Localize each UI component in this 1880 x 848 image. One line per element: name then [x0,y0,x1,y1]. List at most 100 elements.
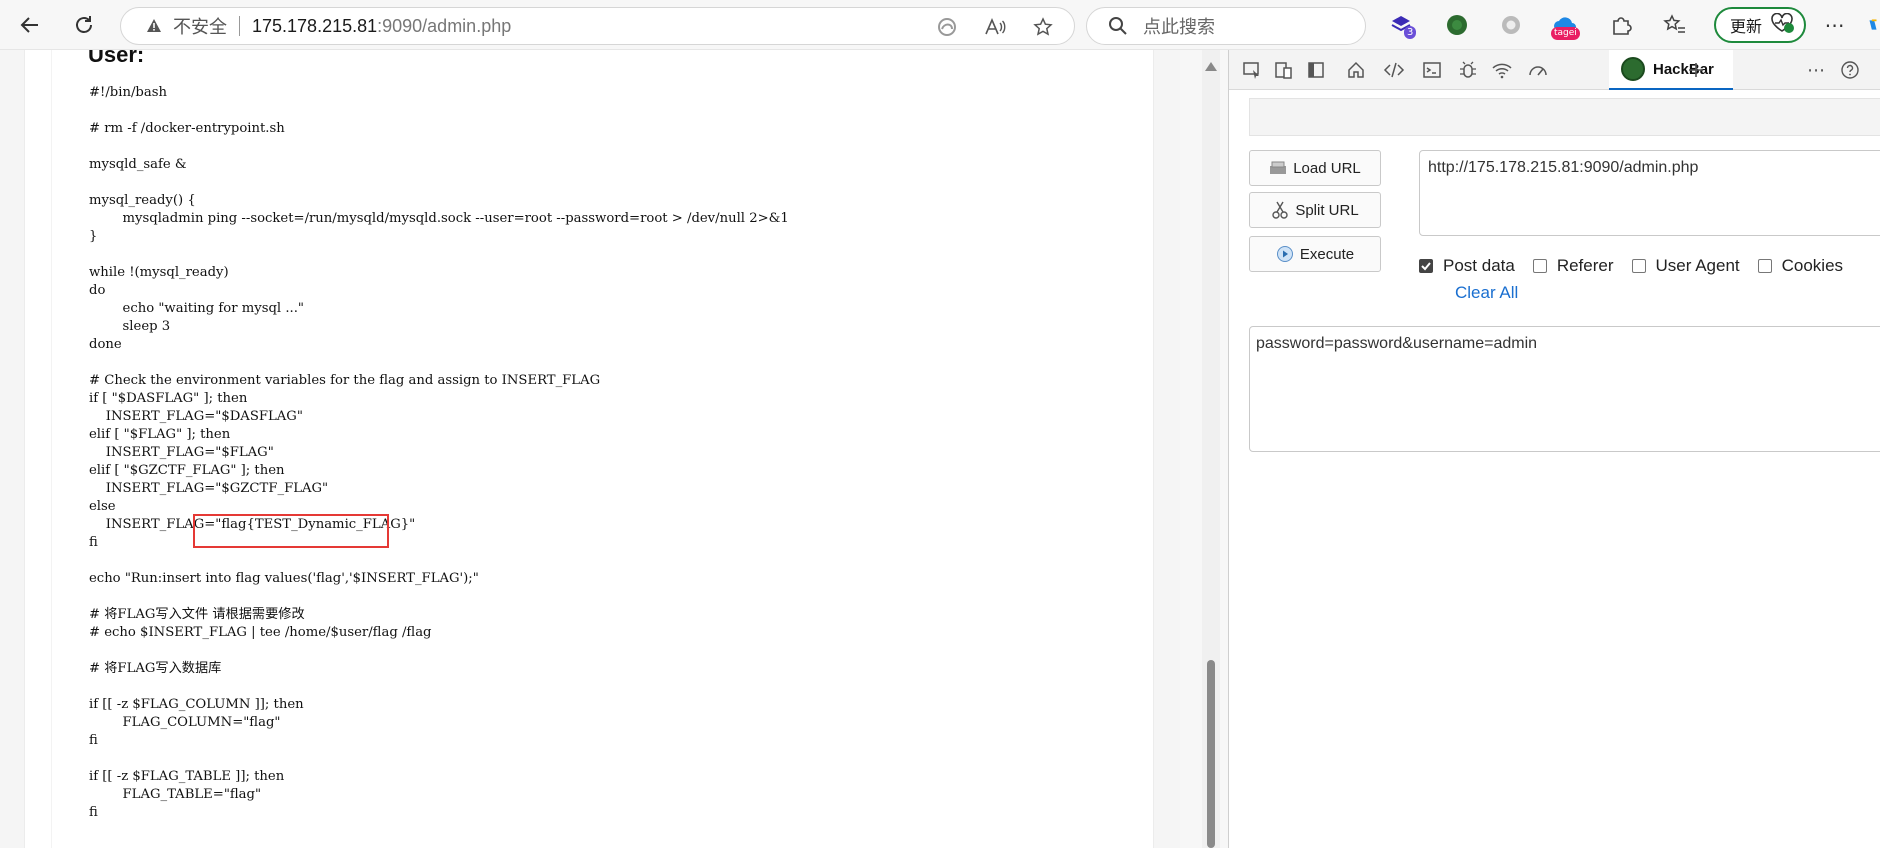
execute-label: Execute [1299,245,1355,263]
security-label[interactable]: 不安全 [173,13,227,39]
inspect-element-icon[interactable] [1237,55,1267,85]
extension-tagei[interactable]: tagei [1550,10,1580,40]
code-line: #!/bin/bash [89,85,167,100]
split-url-button[interactable]: Split URL [1249,192,1381,228]
page-title: User: [88,50,145,67]
help-icon[interactable] [1835,55,1865,85]
content-card: User: #!/bin/bash # rm -f /docker-entryp… [51,50,1153,848]
cookies-checkbox[interactable] [1757,259,1772,273]
code-line: fi [89,733,98,748]
network-wifi-icon[interactable] [1487,55,1517,85]
code-line: elif [ "$FLAG" ]; then [89,427,231,442]
scissors-icon [1271,201,1289,219]
refresh-button[interactable] [68,9,100,41]
url-textarea[interactable]: http://175.178.215.81:9090/admin.php [1419,150,1880,236]
more-menu-button[interactable]: ⋯ [1820,10,1850,40]
elements-code-icon[interactable] [1379,55,1409,85]
code-line: do [89,283,106,298]
url-host: 175.178.215.81 [252,15,378,36]
puzzle-icon [1613,17,1632,35]
code-line: elif [ "$GZCTF_FLAG" ]; then [89,463,285,478]
post-data-checkbox[interactable] [1419,259,1433,273]
search-box[interactable]: 点此搜索 [1086,7,1366,45]
ellipsis-icon: ⋯ [1824,13,1846,37]
debug-bug-icon[interactable] [1453,55,1483,85]
code-line: if [[ -z $FLAG_TABLE ]]; then [89,769,285,784]
referer-label: Referer [1556,256,1614,275]
code-line: INSERT_FLAG="$DASFLAG" [89,409,303,424]
heartbeat-icon [1770,12,1795,37]
referer-checkbox[interactable] [1532,259,1547,273]
option-user-agent[interactable]: User Agent [1631,256,1740,276]
code-line: if [ "$DASFLAG" ]; then [89,391,248,406]
scroll-thumb[interactable] [1207,660,1215,848]
option-post-data[interactable]: Post data [1419,256,1515,276]
load-url-label: Load URL [1293,159,1361,177]
code-line: # Check the environment variables for th… [89,373,601,388]
execute-button[interactable]: Execute [1249,236,1381,272]
code-line: # 将FLAG写入文件 请根据需要修改 [89,607,305,622]
play-icon [1276,245,1294,263]
tab-hackbar[interactable]: HackBar [1609,50,1733,90]
performance-gauge-icon[interactable] [1523,55,1553,85]
load-url-button[interactable]: Load URL [1249,150,1381,186]
edge-app-icon[interactable] [934,14,960,40]
tagei-badge: tagei [1551,27,1580,40]
post-data-textarea[interactable]: password=password&username=admin [1249,326,1880,452]
update-dot [1784,23,1795,33]
update-button[interactable]: 更新 [1714,7,1806,43]
copilot-icon [1869,19,1877,30]
extension-collections[interactable]: 3 [1386,10,1417,40]
record-icon [1502,16,1520,34]
code-line: # echo $INSERT_FLAG | tee /home/$user/fl… [89,625,432,640]
address-bar[interactable]: 不安全 175.178.215.81:9090/admin.php [120,7,1075,45]
add-tab-plus-icon[interactable] [1681,55,1711,85]
page-viewport: User: #!/bin/bash # rm -f /docker-entryp… [0,50,1180,848]
favorites-list-icon [1663,14,1685,33]
hackbar-tab-logo-icon [1621,57,1645,81]
code-line: echo "Run:insert into flag values('flag'… [89,571,479,586]
extension-hackbar[interactable] [1442,10,1472,40]
back-button[interactable] [14,9,46,41]
devtools-more-icon[interactable]: ⋯ [1801,55,1831,85]
code-line: FLAG_TABLE="flag" [89,787,262,802]
favorite-star-icon[interactable] [1030,14,1056,40]
device-emulation-icon[interactable] [1269,55,1299,85]
flag-highlight-box [193,514,389,548]
post-data-value: password=password&username=admin [1256,335,1538,352]
code-line: INSERT_FLAG="$GZCTF_FLAG" [89,481,329,496]
option-cookies[interactable]: Cookies [1757,256,1844,276]
read-aloud-icon[interactable] [982,14,1008,40]
page-scrollbar[interactable] [1202,50,1220,848]
extension-circle[interactable] [1496,10,1526,40]
clear-all-link[interactable]: Clear All [1455,283,1518,303]
user-agent-checkbox[interactable] [1631,259,1646,273]
favorites-button[interactable] [1660,10,1690,40]
code-line: FLAG_COLUMN="flag" [89,715,281,730]
cookies-label: Cookies [1781,256,1844,275]
copilot-button[interactable] [1866,10,1880,40]
code-line: if [[ -z $FLAG_COLUMN ]]; then [89,697,304,712]
hackbar-logo-icon [1447,15,1467,35]
console-icon[interactable] [1417,55,1447,85]
code-line: INSERT_FLAG="$FLAG" [89,445,274,460]
option-referer[interactable]: Referer [1532,256,1614,276]
dock-side-icon[interactable] [1301,55,1331,85]
search-icon [1107,15,1129,37]
extensions-button[interactable] [1606,10,1636,40]
scroll-up-arrow-icon[interactable] [1205,62,1217,71]
welcome-home-icon[interactable] [1341,55,1371,85]
update-label: 更新 [1730,17,1763,36]
code-line: } [89,229,98,244]
user-agent-label: User Agent [1655,256,1740,275]
devtools-tabbar: HackBar ⋯ [1229,50,1880,90]
code-line: done [89,337,122,352]
